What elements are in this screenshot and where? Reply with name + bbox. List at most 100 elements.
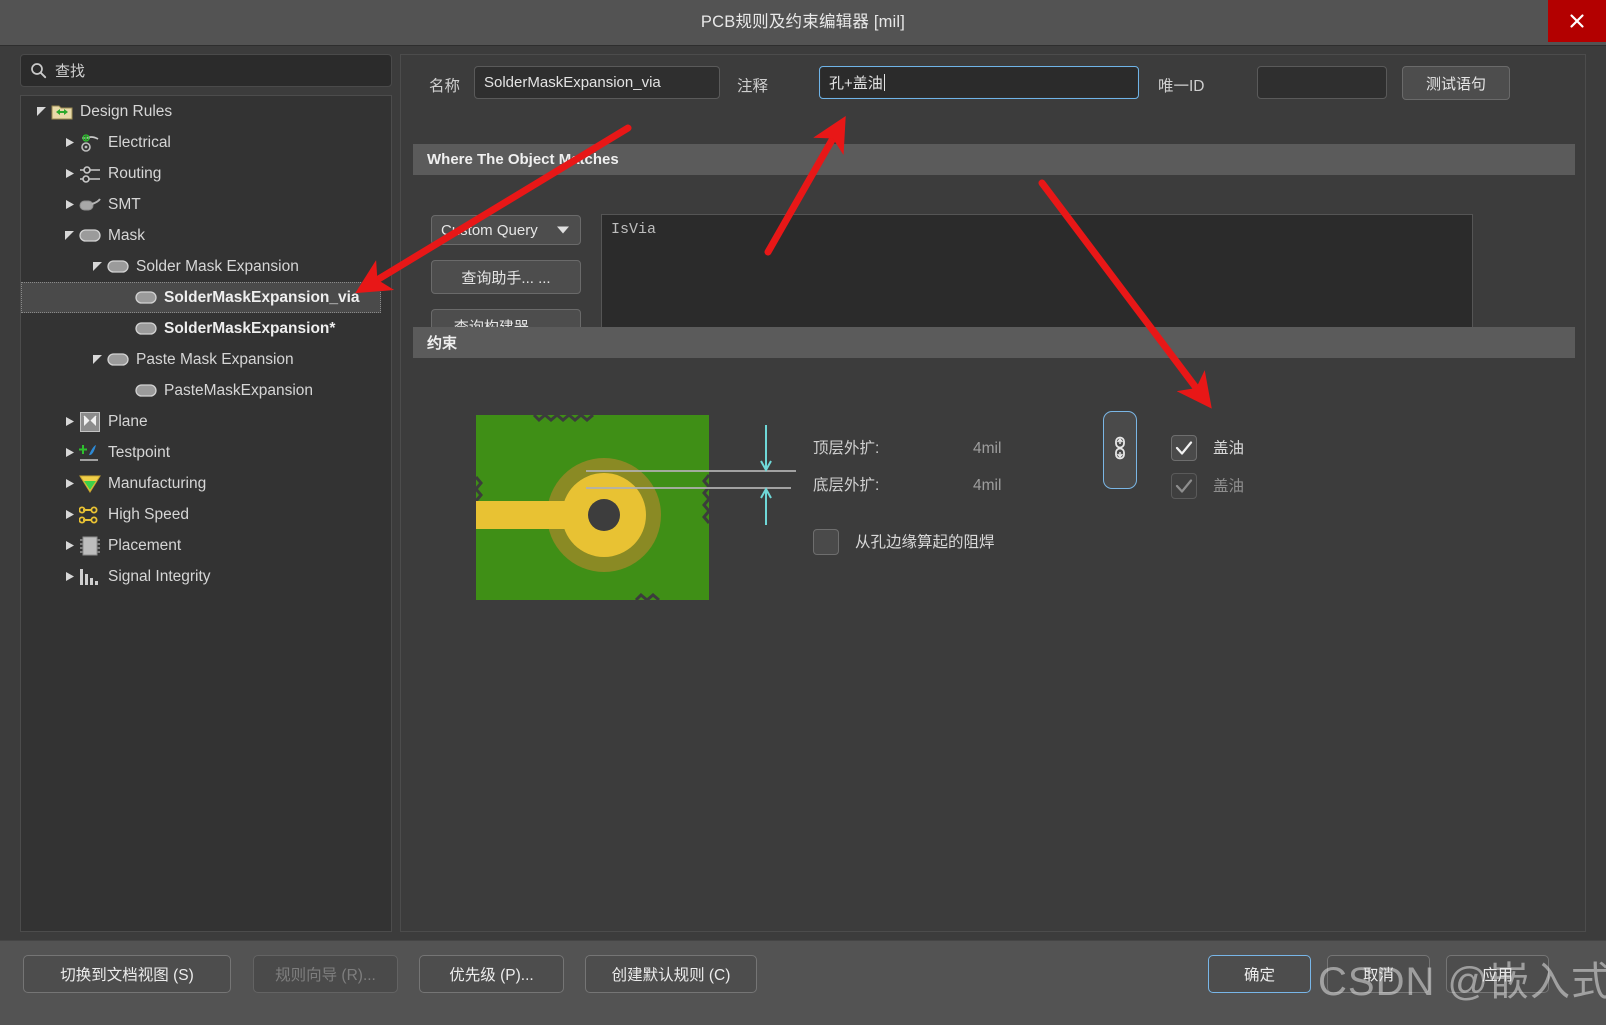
highspeed-icon: [77, 504, 103, 526]
tree-item-soldermaskexpansion-via[interactable]: SolderMaskExpansion_via: [21, 282, 381, 313]
rule-name-input[interactable]: SolderMaskExpansion_via: [474, 66, 720, 99]
tree-item-label: Design Rules: [80, 102, 173, 120]
folder-rules-icon: [49, 101, 75, 123]
tree-item-label: Mask: [108, 226, 146, 244]
query-helper-label: 查询助手... ...: [461, 269, 551, 287]
rule-comment-value: 孔+盖油: [829, 75, 883, 92]
mask-icon: [133, 287, 159, 309]
tree-item-solder-mask-expansion[interactable]: Solder Mask Expansion: [21, 251, 391, 282]
rule-wizard-button: 规则向导 (R)...: [253, 955, 398, 993]
search-placeholder: 查找: [55, 63, 86, 80]
mask-icon: [133, 380, 159, 402]
expander-collapsed-icon[interactable]: [61, 445, 77, 461]
tree-item-label: Manufacturing: [108, 474, 207, 492]
link-vertical-icon: [1112, 436, 1128, 465]
search-input[interactable]: 查找: [20, 54, 392, 87]
tented-top-label: 盖油: [1213, 440, 1245, 457]
electrical-icon: [77, 132, 103, 154]
tree-item-routing[interactable]: Routing: [21, 158, 391, 189]
tree-item-design-rules[interactable]: Design Rules: [21, 96, 391, 127]
dialog-body: 查找 Design Rules Electrical Routing SMT Mask S…: [0, 45, 1606, 940]
tree-item-label: Signal Integrity: [108, 567, 211, 585]
expander-collapsed-icon[interactable]: [61, 197, 77, 213]
tented-bottom-label: 盖油: [1213, 478, 1245, 495]
tree-item-label: SMT: [108, 195, 141, 213]
tree-item-plane[interactable]: Plane: [21, 406, 391, 437]
tree-item-label: Plane: [108, 412, 148, 430]
tree-item-pastemaskexpansion[interactable]: PasteMaskExpansion: [21, 375, 391, 406]
where-object-matches-header: Where The Object Matches: [413, 144, 1575, 175]
scope-dropdown[interactable]: Custom Query: [431, 215, 581, 245]
expander-expanded-icon[interactable]: [33, 104, 49, 120]
tree-item-label: Solder Mask Expansion: [136, 257, 299, 275]
expander-expanded-icon[interactable]: [89, 352, 105, 368]
expander-expanded-icon[interactable]: [61, 228, 77, 244]
tree-item-mask[interactable]: Mask: [21, 220, 391, 251]
expander-collapsed-icon[interactable]: [61, 538, 77, 554]
apply-label: 应用: [1481, 967, 1513, 984]
expander-expanded-icon[interactable]: [89, 259, 105, 275]
expander-collapsed-icon[interactable]: [61, 507, 77, 523]
query-helper-button[interactable]: 查询助手... ...: [431, 260, 581, 294]
mask-icon: [133, 318, 159, 340]
priority-button[interactable]: 优先级 (P)...: [419, 955, 564, 993]
tree-item-label: Paste Mask Expansion: [136, 350, 294, 368]
unique-id-input[interactable]: [1257, 66, 1387, 99]
tented-bottom-checkbox: [1171, 473, 1197, 499]
rule-name-value: SolderMaskExpansion_via: [484, 74, 661, 91]
query-textarea[interactable]: IsVia: [601, 214, 1473, 344]
tree-item-high-speed[interactable]: High Speed: [21, 499, 391, 530]
tree-item-manufacturing[interactable]: Manufacturing: [21, 468, 391, 499]
scope-value: Custom Query: [441, 221, 538, 239]
tree-item-signal-integrity[interactable]: Signal Integrity: [21, 561, 391, 592]
tree-item-label: Electrical: [108, 133, 171, 151]
constraints-header: 约束: [413, 327, 1575, 358]
create-default-rules-button[interactable]: 创建默认规则 (C): [585, 955, 757, 993]
from-hole-edge-checkbox[interactable]: [813, 529, 839, 555]
check-icon: [1172, 436, 1196, 460]
design-rules-tree[interactable]: Design Rules Electrical Routing SMT Mask Sold…: [20, 95, 392, 932]
bottom-expansion-value: 4mil: [973, 477, 1002, 494]
cancel-label: 取消: [1362, 967, 1394, 984]
where-object-matches-title: Where The Object Matches: [427, 151, 619, 168]
expander-none: [117, 383, 133, 399]
tree-item-soldermaskexpansion[interactable]: SolderMaskExpansion*: [21, 313, 391, 344]
apply-button[interactable]: 应用: [1446, 955, 1549, 993]
tree-item-paste-mask-expansion[interactable]: Paste Mask Expansion: [21, 344, 391, 375]
comment-label: 注释: [737, 78, 769, 95]
tented-top-checkbox[interactable]: [1171, 435, 1197, 461]
expander-collapsed-icon[interactable]: [61, 166, 77, 182]
smt-icon: [77, 194, 103, 216]
tree-item-testpoint[interactable]: Testpoint: [21, 437, 391, 468]
cancel-button[interactable]: 取消: [1327, 955, 1430, 993]
tree-item-label: PasteMaskExpansion: [164, 381, 314, 399]
tree-item-label: Routing: [108, 164, 162, 182]
expander-collapsed-icon[interactable]: [61, 476, 77, 492]
ok-button[interactable]: 确定: [1208, 955, 1311, 993]
constraints-title: 约束: [427, 335, 458, 352]
rule-header-row: 名称 SolderMaskExpansion_via 注释 孔+盖油 唯一ID …: [401, 55, 1587, 117]
testpoint-icon: [77, 442, 103, 464]
close-window-button[interactable]: [1548, 0, 1606, 42]
switch-doc-view-label: 切换到文档视图 (S): [60, 967, 194, 984]
expander-collapsed-icon[interactable]: [61, 569, 77, 585]
ok-label: 确定: [1243, 967, 1275, 984]
mask-icon: [105, 349, 131, 371]
tree-item-placement[interactable]: Placement: [21, 530, 391, 561]
from-hole-edge-label: 从孔边缘算起的阻焊: [855, 534, 995, 551]
check-icon: [1172, 474, 1196, 498]
bottom-expansion-label: 底层外扩:: [813, 477, 880, 494]
window-title: PCB规则及约束编辑器 [mil]: [700, 13, 906, 31]
tree-item-label: Placement: [108, 536, 182, 554]
tree-item-electrical[interactable]: Electrical: [21, 127, 391, 158]
expander-collapsed-icon[interactable]: [61, 414, 77, 430]
expander-none: [117, 321, 133, 337]
rule-comment-input[interactable]: 孔+盖油: [819, 66, 1139, 99]
signal-integrity-icon: [77, 566, 103, 588]
tree-item-smt[interactable]: SMT: [21, 189, 391, 220]
switch-to-document-view-button[interactable]: 切换到文档视图 (S): [23, 955, 231, 993]
link-expansion-toggle[interactable]: [1103, 411, 1137, 489]
expander-collapsed-icon[interactable]: [61, 135, 77, 151]
test-query-button[interactable]: 测试语句: [1402, 66, 1510, 100]
tree-item-label: SolderMaskExpansion*: [164, 319, 336, 337]
